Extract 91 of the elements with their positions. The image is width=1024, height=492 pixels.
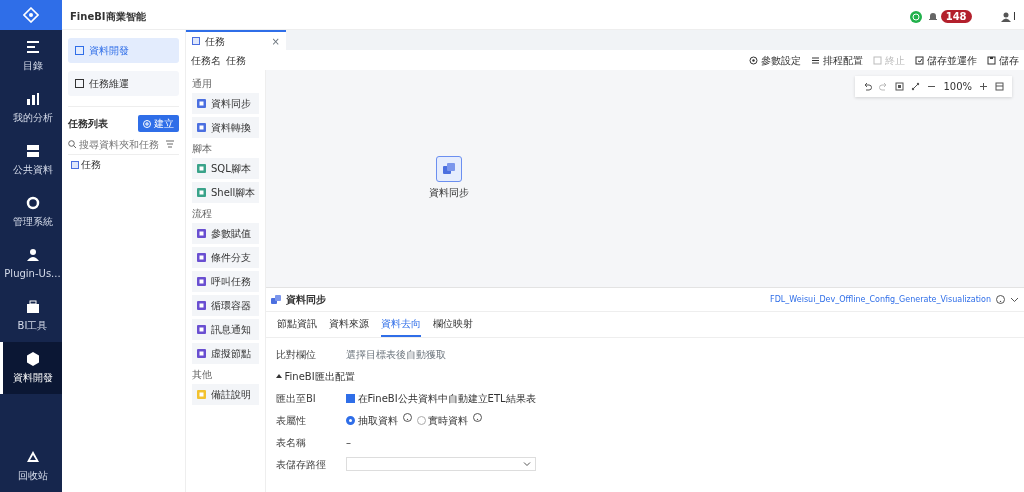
panel-tab[interactable]: 資料去向 [381,312,421,337]
nav-item[interactable]: 資料開發 [0,342,62,394]
workflow-node[interactable] [436,156,462,182]
group-title: 流程 [192,207,213,221]
radio-icon[interactable] [346,415,355,425]
nav-item[interactable]: 管理系統 [0,186,62,238]
palette-item[interactable]: 循環容器 [192,295,259,316]
palette-item[interactable]: 條件分支 [192,247,259,268]
nav-item[interactable]: Plugin-Us... [0,238,62,290]
field-label: 表名稱 [276,435,307,450]
palette-item[interactable]: 虛擬節點 [192,343,259,364]
nav-item[interactable]: 回收站 [0,440,62,492]
chevron-icon [523,460,531,468]
group-title: 腳本 [192,142,213,156]
field-value: – [346,435,351,450]
nav-item[interactable]: 我的分析 [0,82,62,134]
palette-item[interactable]: 備註說明 [192,384,259,405]
checkbox-icon[interactable] [346,393,355,403]
create-button[interactable]: 建立 [138,115,179,132]
undo-icon[interactable] [863,82,873,91]
help-icon[interactable] [473,412,482,422]
notification-badge: 148 [940,10,972,23]
minimap-icon[interactable] [995,82,1004,91]
nav-item[interactable]: 公共資料 [0,134,62,186]
checkbox[interactable]: 在FineBI公共資料中自動建立ETL結果表 [346,390,536,406]
palette-item[interactable]: 參數賦值 [192,223,259,244]
field-label: 匯出至BI [276,391,317,406]
palette-item[interactable]: 資料轉換 [192,117,259,138]
palette-item[interactable]: 訊息通知 [192,319,259,340]
panel-tab[interactable]: 節點資訊 [277,312,317,337]
toolbar-button[interactable]: 排程配置 [811,52,863,68]
status-icon[interactable] [909,10,922,23]
placeholder-text: 選擇目標表後自動獲取 [346,347,446,362]
panel-tab[interactable]: 資料來源 [329,312,369,337]
database-icon [24,143,41,159]
chevron-icon[interactable] [1010,295,1019,304]
toolbox-icon [24,299,41,315]
user-name[interactable]: I [1013,9,1016,24]
node-label: 資料同步 [429,186,469,200]
user-icon[interactable] [1000,11,1011,22]
logo-icon [23,7,39,23]
save-run-icon [915,55,924,65]
user-icon [24,247,41,263]
task-icon [192,37,200,45]
layout-icon[interactable] [911,82,921,91]
field-label: 表屬性 [276,413,307,428]
field-value: 任務 [226,53,246,68]
zoom-in-icon[interactable] [979,82,988,91]
side-tab[interactable]: 資料開發 [68,38,179,63]
toolbar-button[interactable]: 儲存並運作 [915,52,977,68]
field-label: 比對欄位 [276,347,317,362]
cube-icon [24,351,41,367]
group-title: 其他 [192,368,213,382]
job-link[interactable]: FDL_Weisui_Dev_Offline_Config_Generate_Visualization [770,293,991,306]
radio-option[interactable]: 抽取資料 [346,412,398,428]
app-title: FineBI商業智能 [70,10,146,24]
list-icon [811,55,820,65]
bell-icon[interactable] [926,10,939,22]
zoom-level: 100% [943,80,972,94]
group-title: 通用 [192,77,213,91]
palette-item[interactable]: 資料同步 [192,93,259,114]
plus-icon [143,119,151,128]
document-tab[interactable]: 任務 × [186,30,286,50]
close-button[interactable]: × [271,33,280,49]
nav-item[interactable]: 目錄 [0,30,62,82]
field-label: 表儲存路徑 [276,457,327,472]
section-title: 任務列表 [68,117,108,131]
nav-item[interactable]: BI工具 [0,290,62,342]
fit-icon[interactable] [895,82,905,91]
sync-icon [442,162,456,176]
field-label: 任務名 [191,53,221,68]
panel-title: 資料同步 [286,293,326,307]
palette-item[interactable]: SQL腳本 [192,158,259,179]
select-field[interactable] [346,457,536,471]
side-tab[interactable]: 任務維運 [68,71,179,96]
save-icon [987,55,996,65]
palette-item[interactable]: Shell腳本 [192,182,259,203]
task-icon [70,160,79,169]
toolbar-button[interactable]: 參數設定 [749,52,801,68]
toolbar-button[interactable]: 儲存 [987,52,1019,68]
tree-item[interactable]: 任務 [68,157,179,172]
search-icon [68,140,76,148]
palette-item[interactable]: 呼叫任務 [192,271,259,292]
radio-option[interactable]: 實時資料 [416,412,468,428]
section-toggle[interactable]: FineBI匯出配置 [276,368,355,384]
panel-tab[interactable]: 欄位映射 [433,312,473,337]
help-icon[interactable] [402,412,412,422]
chart-icon [24,91,41,107]
help-icon[interactable] [996,295,1005,304]
list-icon [24,39,41,55]
sync-icon [271,294,281,305]
